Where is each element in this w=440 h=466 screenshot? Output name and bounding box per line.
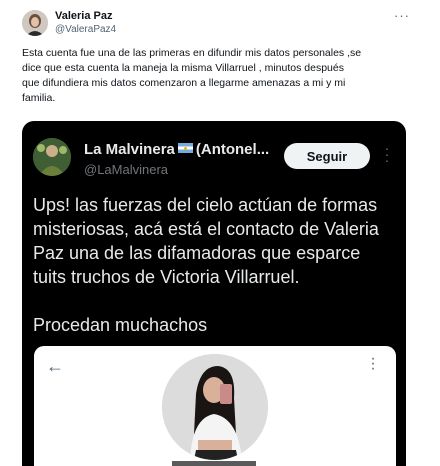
embedded-author-name-suffix: (Antonel... bbox=[195, 141, 270, 158]
embedded-author-name: La Malvinera (Antonel... bbox=[84, 141, 269, 158]
embedded-text-closing: Procedan muchachos bbox=[33, 315, 208, 335]
tweet-text-line: Esta cuenta fue una de las primeras en d… bbox=[22, 47, 362, 59]
embedded-tweet-screenshot[interactable]: La Malvinera (Antonel... @LaMalvinera Seg… bbox=[22, 121, 406, 466]
embedded-tweet-text: Ups! las fuerzas del cielo actúan de for… bbox=[33, 193, 401, 337]
follow-button: Seguir bbox=[284, 143, 370, 169]
author-name[interactable]: Valeria Paz bbox=[55, 10, 113, 22]
tweet-text-line: dice que esta cuenta la maneja la misma … bbox=[22, 62, 344, 74]
embedded-text-line: Paz una de las difamadoras que esparce bbox=[33, 243, 361, 263]
profile-more-icon: · · · bbox=[370, 350, 376, 377]
embedded-text-line: Ups! las fuerzas del cielo actúan de for… bbox=[33, 195, 378, 215]
tweet: Valeria Paz @ValeraPaz4 ··· Esta cuenta … bbox=[0, 0, 440, 466]
argentina-flag-icon bbox=[177, 143, 193, 153]
embedded-text-line: misteriosas, acá está el contacto de Val… bbox=[33, 219, 379, 239]
tweet-text-line: familia. bbox=[22, 92, 56, 104]
profile-name-bar bbox=[172, 461, 256, 466]
author-avatar-image bbox=[22, 10, 48, 36]
tweet-text: Esta cuenta fue una de las primeras en d… bbox=[22, 46, 392, 106]
more-options-icon[interactable]: ··· bbox=[394, 8, 410, 23]
embedded-author-handle: @LaMalvinera bbox=[84, 162, 169, 177]
embedded-more-icon: · · · bbox=[384, 140, 390, 168]
embedded-text-spacer bbox=[33, 289, 401, 313]
profile-photo bbox=[162, 354, 268, 460]
author-avatar[interactable] bbox=[22, 10, 48, 36]
profile-screenshot-card: ← · · · bbox=[34, 346, 396, 466]
back-arrow-icon: ← bbox=[46, 356, 64, 376]
tweet-text-line: que difundiera mis datos comenzaron a ll… bbox=[22, 77, 346, 89]
embedded-author-avatar bbox=[33, 138, 71, 176]
author-handle[interactable]: @ValeraPaz4 bbox=[55, 24, 116, 35]
embedded-avatar-image bbox=[33, 138, 71, 176]
profile-photo-image bbox=[162, 354, 268, 460]
embedded-author-name-text: La Malvinera bbox=[84, 141, 175, 158]
embedded-text-line: tuits truchos de Victoria Villarruel. bbox=[33, 267, 300, 287]
